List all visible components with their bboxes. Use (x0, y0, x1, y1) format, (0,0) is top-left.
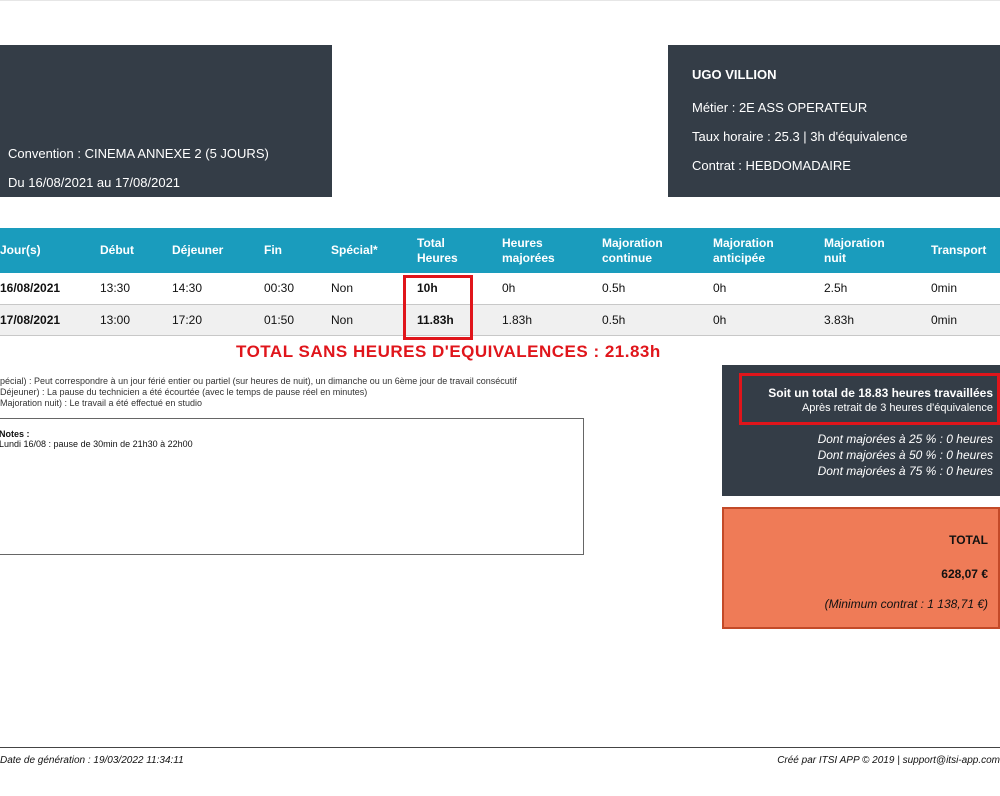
footer-credits: Créé par ITSI APP © 2019 | support@itsi-… (777, 755, 1000, 766)
legend: pécial) : Peut correspondre à un jour fé… (0, 376, 517, 409)
col-header-day: Jour(s) (0, 243, 41, 257)
cell-lunch: 14:30 (172, 281, 203, 296)
col-header-start: Début (100, 243, 134, 257)
col-header-lunch: Déjeuner (172, 243, 224, 257)
period-label: Du 16/08/2021 au 17/08/2021 (8, 175, 181, 190)
cell-continuous: 0.5h (602, 281, 626, 296)
cell-day: 16/08/2021 (0, 281, 61, 296)
cell-end: 01:50 (264, 312, 295, 327)
summary-maj50: Dont majorées à 50 % : 0 heures (817, 448, 993, 462)
cell-start: 13:00 (100, 312, 131, 327)
top-divider (0, 0, 1000, 1)
table-row: 17/08/2021 13:00 17:20 01:50 Non 11.83h … (0, 304, 1000, 335)
summary-maj75: Dont majorées à 75 % : 0 heures (817, 464, 993, 478)
cell-end: 00:30 (264, 281, 295, 296)
total-amount: 628,07 € (941, 567, 988, 581)
cell-night: 3.83h (824, 312, 855, 327)
employee-name: UGO VILLION (692, 67, 777, 82)
legend-special: pécial) : Peut correspondre à un jour fé… (0, 376, 517, 386)
total-minimum: (Minimum contrat : 1 138,71 €) (824, 597, 988, 611)
summary-highlight (739, 373, 1000, 425)
notes-text: Lundi 16/08 : pause de 30min de 21h30 à … (0, 439, 193, 449)
col-header-transport: Transport (931, 243, 987, 257)
cell-transport: 0min (931, 281, 958, 296)
notes-title: Notes : (0, 429, 30, 439)
cell-anticipated: 0h (713, 281, 727, 296)
table-row: 16/08/2021 13:30 14:30 00:30 Non 10h 0h … (0, 273, 1000, 304)
convention-card: Convention : CINEMA ANNEXE 2 (5 JOURS) D… (0, 45, 332, 197)
cell-anticipated: 0h (713, 312, 727, 327)
legend-night: Majoration nuit) : Le travail a été effe… (0, 398, 202, 408)
col-header-continuous: Majoration continue (602, 235, 663, 265)
employee-contract: Contrat : HEBDOMADAIRE (692, 158, 851, 173)
employee-card: UGO VILLION Métier : 2E ASS OPERATEUR Ta… (668, 45, 1000, 197)
col-header-anticipated: Majoration anticipée (713, 235, 774, 265)
cell-overtime-hours: 0h (502, 281, 516, 296)
footer-divider (0, 747, 1000, 748)
generation-date: Date de génération : 19/03/2022 11:34:11 (0, 755, 184, 766)
total-label: TOTAL (949, 533, 988, 547)
total-card: TOTAL 628,07 € (Minimum contrat : 1 138,… (722, 507, 1000, 629)
col-header-end: Fin (264, 243, 282, 257)
employee-rate: Taux horaire : 25.3 | 3h d'équivalence (692, 129, 908, 144)
cell-start: 13:30 (100, 281, 131, 296)
employee-job: Métier : 2E ASS OPERATEUR (692, 100, 868, 115)
total-without-equivalence: TOTAL SANS HEURES D'EQUIVALENCES : 21.83… (236, 342, 661, 361)
col-header-night: Majoration nuit (824, 235, 885, 265)
cell-continuous: 0.5h (602, 312, 626, 327)
legend-lunch: Déjeuner) : La pause du technicien a été… (0, 387, 368, 397)
cell-transport: 0min (931, 312, 958, 327)
cell-day: 17/08/2021 (0, 312, 61, 327)
col-header-overtime-hours: Heures majorées (502, 235, 555, 265)
cell-lunch: 17:20 (172, 312, 203, 327)
summary-maj25: Dont majorées à 25 % : 0 heures (817, 432, 993, 446)
table-header-row: Jour(s) Début Déjeuner Fin Spécial* Tota… (0, 228, 1000, 273)
cell-overtime-hours: 1.83h (502, 312, 533, 327)
hours-table: Jour(s) Début Déjeuner Fin Spécial* Tota… (0, 228, 1000, 336)
total-hours-highlight (403, 275, 473, 340)
cell-night: 2.5h (824, 281, 848, 296)
notes-box: Notes : Lundi 16/08 : pause de 30min de … (0, 418, 584, 555)
col-header-special: Spécial* (331, 243, 378, 257)
convention-label: Convention : CINEMA ANNEXE 2 (5 JOURS) (8, 146, 269, 161)
col-header-total-hours: Total Heures (417, 235, 458, 265)
